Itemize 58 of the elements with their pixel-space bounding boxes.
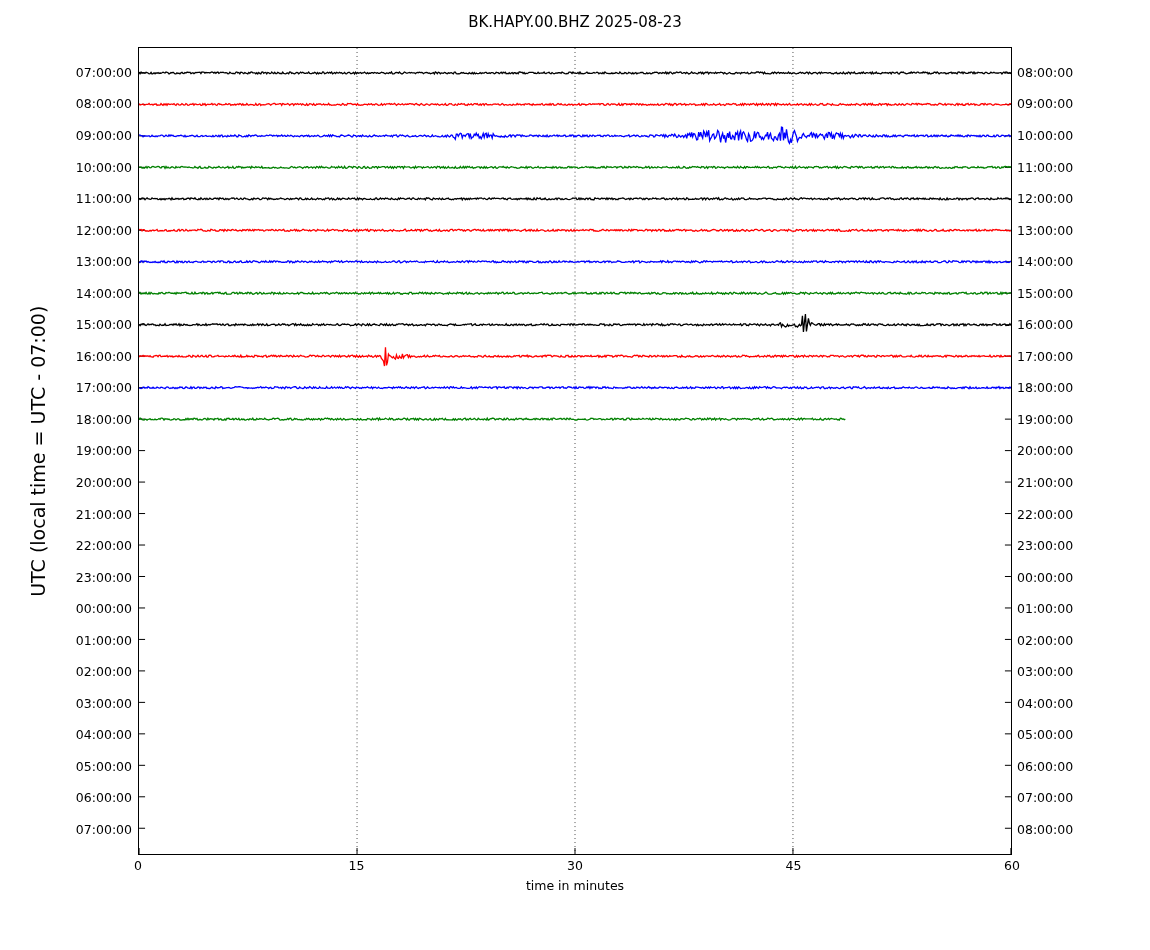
y-tick-label: 10:00:00 [75,159,132,175]
y-tick-label: 22:00:00 [75,538,132,554]
y-tick-label: 18:00:00 [1017,380,1074,396]
x-axis-label: time in minutes [525,878,625,894]
y-tick-label: 02:00:00 [75,664,132,680]
y-tick-label: 23:00:00 [75,569,132,585]
y-tick-label: 17:00:00 [75,380,132,396]
y-tick-label: 23:00:00 [1017,538,1074,554]
y-tick-label: 12:00:00 [75,222,132,238]
y-tick-label: 06:00:00 [1017,758,1074,774]
x-tick-label: 60 [1004,858,1020,874]
y-tick-label: 03:00:00 [1017,664,1074,680]
y-tick-label: 03:00:00 [75,695,132,711]
y-tick-label: 08:00:00 [1017,822,1074,837]
y-tick-label: 16:00:00 [75,348,132,364]
y-tick-label: 22:00:00 [1017,506,1074,522]
y-tick-label: 15:00:00 [75,317,132,333]
y-tick-label: 12:00:00 [1017,191,1074,207]
y-tick-label: 20:00:00 [75,474,132,490]
y-tick-label: 09:00:00 [75,127,132,143]
y-tick-label: 13:00:00 [75,254,132,270]
chart-title: BK.HAPY.00.BHZ 2025-08-23 [468,12,682,32]
y-tick-label: 06:00:00 [75,790,132,806]
y-tick-label: 19:00:00 [1017,411,1074,427]
y-tick-label: 15:00:00 [1017,285,1074,301]
y-tick-label: 09:00:00 [1017,96,1074,112]
y-tick-label: 21:00:00 [75,506,132,522]
y-tick-label: 14:00:00 [1017,254,1074,270]
y-tick-label: 00:00:00 [1017,569,1074,585]
y-tick-label: 01:00:00 [1017,601,1074,617]
y-tick-label: 20:00:00 [1017,443,1074,459]
y-tick-label: 13:00:00 [1017,222,1074,238]
y-tick-label: 08:00:00 [1017,64,1074,80]
y-tick-label: 05:00:00 [1017,727,1074,743]
x-tick-label: 45 [785,858,802,874]
y-tick-label: 04:00:00 [1017,695,1074,711]
y-tick-label: 07:00:00 [1017,790,1074,806]
y-tick-label: 11:00:00 [1017,159,1074,175]
y-tick-label: 19:00:00 [75,443,132,459]
x-tick-label: 15 [348,858,365,874]
y-tick-label: 11:00:00 [75,191,132,207]
y-tick-label: 01:00:00 [75,632,132,648]
y-tick-label: 08:00:00 [75,96,132,112]
y-tick-label: 04:00:00 [75,727,132,743]
y-tick-label: 07:00:00 [75,822,132,837]
y-axis-label: UTC (local time = UTC - 07:00) [26,305,51,597]
y-tick-label: 14:00:00 [75,285,132,301]
y-tick-label: 18:00:00 [75,411,132,427]
x-tick-label: 30 [567,858,583,874]
y-tick-label: 16:00:00 [1017,317,1074,333]
y-tick-label: 07:00:00 [75,64,132,80]
y-tick-label: 02:00:00 [1017,632,1074,648]
y-tick-label: 21:00:00 [1017,474,1074,490]
y-tick-label: 17:00:00 [1017,348,1074,364]
y-tick-label: 00:00:00 [75,601,132,617]
x-tick-label: 0 [134,858,142,874]
y-tick-label: 05:00:00 [75,758,132,774]
y-tick-label: 10:00:00 [1017,127,1074,143]
